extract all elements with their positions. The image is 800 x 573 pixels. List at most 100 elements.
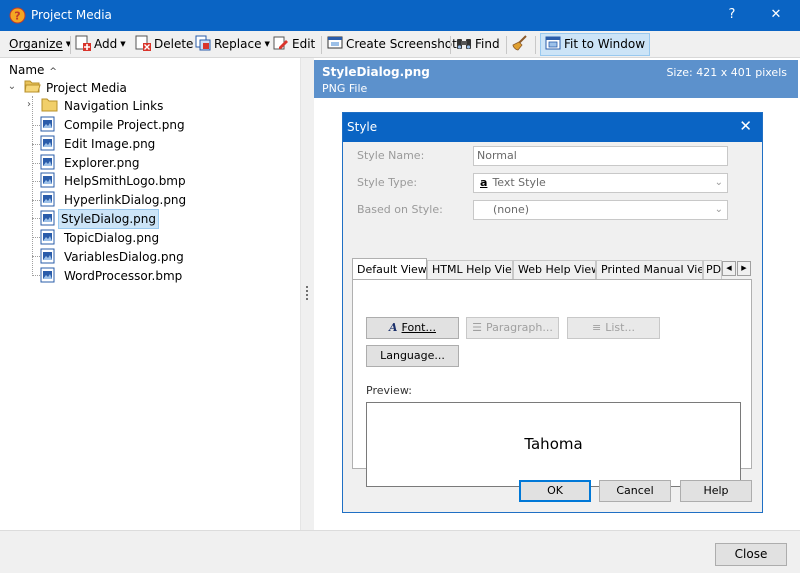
edit-label: Edit bbox=[292, 37, 316, 51]
toolbar-separator bbox=[450, 36, 451, 54]
app-logo-icon: ? bbox=[9, 7, 26, 24]
find-button[interactable]: Find bbox=[456, 33, 500, 56]
list-button-label: List... bbox=[605, 321, 635, 334]
create-screenshot-button[interactable]: Create Screenshot bbox=[327, 33, 457, 56]
tree-guide-line bbox=[32, 96, 33, 276]
view-tabs: Default View HTML Help View Web Help Vie… bbox=[352, 258, 752, 280]
fit-to-window-label: Fit to Window bbox=[564, 37, 646, 51]
footer-bar: Close bbox=[0, 530, 800, 573]
tree-item-label: WordProcessor.bmp bbox=[64, 269, 183, 283]
replace-icon bbox=[195, 35, 211, 51]
collapse-chevron-icon[interactable]: ⌄ bbox=[7, 78, 17, 96]
image-file-icon bbox=[40, 267, 55, 283]
sort-ascending-icon: ^ bbox=[49, 67, 57, 77]
delete-icon bbox=[135, 35, 151, 51]
fit-to-window-button[interactable]: Fit to Window bbox=[540, 33, 651, 56]
expand-chevron-icon[interactable]: › bbox=[24, 96, 34, 114]
tab-printed-manual-view: Printed Manual View bbox=[596, 260, 703, 279]
tab-scroll-right-icon: ▶ bbox=[737, 261, 751, 276]
tree-item-label: VariablesDialog.png bbox=[64, 250, 184, 264]
chevron-down-icon: ⌄ bbox=[714, 177, 723, 188]
style-dialog-image: Style ✕ Style Name: Normal Style Type: a… bbox=[342, 112, 763, 513]
close-button[interactable]: Close bbox=[715, 543, 787, 566]
preview-text: Tahoma bbox=[524, 435, 583, 453]
tree-guide-line bbox=[32, 237, 40, 238]
tab-default-view: Default View bbox=[352, 258, 427, 280]
grip-dots-icon bbox=[306, 286, 309, 302]
font-button: A Font... bbox=[366, 317, 459, 339]
preview-box: Tahoma bbox=[366, 402, 741, 487]
tree-item-label: Edit Image.png bbox=[64, 137, 156, 151]
paragraph-button: ☰ Paragraph... bbox=[466, 317, 559, 339]
tree-guide-line bbox=[32, 256, 40, 257]
image-preview-panel: StyleDialog.png PNG File Size: 421 x 401… bbox=[314, 58, 800, 530]
toolbar-separator bbox=[321, 36, 322, 54]
image-file-icon bbox=[40, 229, 55, 245]
dropdown-arrow-icon: ▼ bbox=[120, 40, 126, 48]
style-dialog-title: Style bbox=[347, 120, 378, 134]
font-button-label: Font... bbox=[401, 321, 436, 334]
paragraph-button-label: Paragraph... bbox=[486, 321, 553, 334]
file-type: PNG File bbox=[322, 82, 368, 95]
image-file-icon bbox=[40, 172, 55, 188]
cancel-button: Cancel bbox=[599, 480, 671, 502]
delete-label: Delete bbox=[154, 37, 194, 51]
folder-open-icon bbox=[24, 80, 41, 93]
style-name-value: Normal bbox=[477, 149, 517, 162]
tab-html-help-view: HTML Help View bbox=[427, 260, 513, 279]
window-titlebar: ? Project Media ? ✕ bbox=[0, 0, 800, 31]
style-type-label: Style Type: bbox=[357, 176, 418, 189]
help-dialog-button: Help bbox=[680, 480, 752, 502]
help-button[interactable]: ? bbox=[709, 0, 755, 31]
tree-item-label: Project Media bbox=[46, 81, 127, 95]
add-label: Add bbox=[94, 37, 118, 51]
organize-menu-button[interactable]: Organize ▼ bbox=[9, 33, 71, 56]
tree-guide-line bbox=[32, 125, 40, 126]
toolbar-separator bbox=[535, 36, 536, 54]
image-file-icon bbox=[40, 135, 55, 151]
dropdown-arrow-icon: ▼ bbox=[264, 40, 270, 48]
file-name: StyleDialog.png bbox=[322, 65, 430, 79]
add-button[interactable]: Add ▼ bbox=[75, 33, 126, 56]
add-icon bbox=[75, 35, 91, 51]
image-file-icon bbox=[40, 210, 55, 226]
close-icon: ✕ bbox=[739, 117, 752, 135]
style-name-field: Normal bbox=[473, 146, 728, 166]
window-title: Project Media bbox=[31, 8, 112, 22]
media-tree-panel: Name ^ ⌄ Project Media › Navigation Links… bbox=[0, 58, 301, 530]
organize-label: Organize bbox=[9, 37, 63, 51]
edit-button[interactable]: Edit bbox=[273, 33, 315, 56]
based-on-select: (none) ⌄ bbox=[473, 200, 728, 220]
screenshot-icon bbox=[327, 36, 343, 49]
style-dialog-titlebar: Style ✕ bbox=[343, 113, 762, 142]
style-type-select: a Text Style ⌄ bbox=[473, 173, 728, 193]
preview-label: Preview: bbox=[366, 384, 412, 397]
tree-item-label: Explorer.png bbox=[64, 156, 140, 170]
image-file-icon bbox=[40, 191, 55, 207]
tree-item-label: HyperlinkDialog.png bbox=[64, 193, 187, 207]
folder-icon bbox=[41, 98, 58, 112]
create-screenshot-label: Create Screenshot bbox=[346, 37, 457, 51]
style-name-label: Style Name: bbox=[357, 149, 425, 162]
find-label: Find bbox=[475, 37, 500, 51]
replace-button[interactable]: Replace ▼ bbox=[195, 33, 270, 56]
toolbar: Organize ▼ Add ▼ Delete Replace ▼ Edit Crea… bbox=[0, 31, 800, 58]
tree-guide-line bbox=[32, 163, 40, 164]
text-style-icon: a bbox=[480, 176, 488, 189]
file-info-bar: StyleDialog.png PNG File Size: 421 x 401… bbox=[314, 60, 798, 98]
window-close-button[interactable]: ✕ bbox=[753, 0, 799, 31]
paragraph-icon: ☰ bbox=[472, 321, 483, 334]
list-icon: ≡ bbox=[592, 321, 602, 334]
image-file-icon bbox=[40, 116, 55, 132]
name-column-header[interactable]: Name ^ bbox=[9, 63, 57, 77]
font-icon: A bbox=[389, 321, 398, 334]
svg-text:?: ? bbox=[14, 10, 20, 23]
image-file-icon bbox=[40, 248, 55, 264]
delete-button[interactable]: Delete bbox=[135, 33, 193, 56]
panel-splitter[interactable] bbox=[302, 58, 314, 530]
clean-button[interactable] bbox=[512, 33, 531, 56]
tree-guide-line bbox=[32, 275, 40, 276]
fit-window-icon bbox=[545, 36, 561, 50]
default-view-page: A Font... ☰ Paragraph... ≡ List... Language… bbox=[352, 279, 752, 487]
list-button: ≡ List... bbox=[567, 317, 660, 339]
